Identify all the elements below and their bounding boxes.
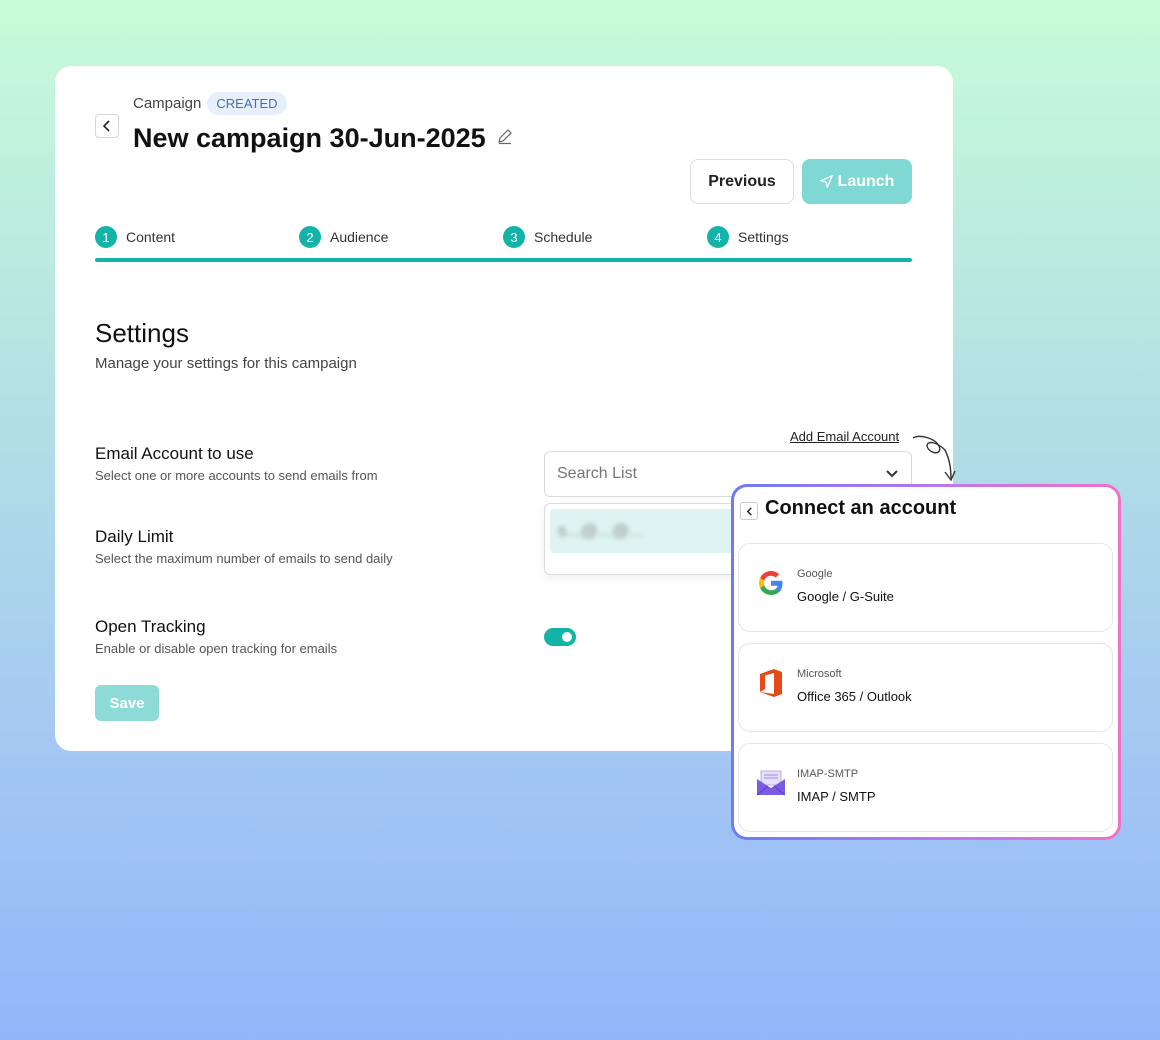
provider-name: Office 365 / Outlook: [797, 689, 912, 704]
edit-pencil-icon[interactable]: [496, 127, 514, 150]
popup-title: Connect an account: [765, 497, 957, 519]
status-badge: CREATED: [207, 92, 287, 115]
connect-account-popup: Connect an account Google Google / G-Sui…: [731, 484, 1121, 840]
popup-body: Connect an account Google Google / G-Sui…: [734, 487, 1118, 837]
provider-name: IMAP / SMTP: [797, 789, 876, 804]
open-tracking-description: Enable or disable open tracking for emai…: [95, 641, 338, 656]
office-icon: [756, 666, 786, 700]
search-input[interactable]: [557, 465, 885, 483]
chevron-down-icon: [886, 470, 898, 478]
open-tracking-label: Open Tracking: [95, 617, 206, 636]
google-icon: [756, 566, 786, 600]
daily-limit-description: Select the maximum number of emails to s…: [95, 551, 393, 566]
section-subtitle: Manage your settings for this campaign: [95, 355, 357, 372]
account-dropdown: s...@...@...: [544, 503, 754, 575]
email-account-description: Select one or more accounts to send emai…: [95, 468, 378, 483]
step-label: Content: [126, 229, 176, 245]
daily-limit-label: Daily Limit: [95, 527, 174, 546]
open-tracking-toggle[interactable]: [544, 628, 576, 646]
title-row: New campaign 30-Jun-2025: [133, 123, 514, 154]
provider-google[interactable]: Google Google / G-Suite: [738, 543, 1113, 632]
email-account-label: Email Account to use: [95, 444, 254, 463]
back-button[interactable]: [95, 114, 119, 138]
chevron-left-icon: [746, 506, 752, 516]
step-content[interactable]: 1 Content: [95, 226, 175, 248]
step-label: Settings: [738, 229, 789, 245]
step-number: 4: [707, 226, 729, 248]
step-number: 3: [503, 226, 525, 248]
step-audience[interactable]: 2 Audience: [299, 226, 388, 248]
provider-category: Google: [797, 568, 833, 580]
launch-label: Launch: [837, 172, 895, 190]
step-settings[interactable]: 4 Settings: [707, 226, 789, 248]
mail-icon: [756, 766, 786, 800]
popup-back-button[interactable]: [740, 502, 758, 520]
stepper: 1 Content 2 Audience 3 Schedule 4 Settin…: [95, 226, 912, 256]
add-email-account-link[interactable]: Add Email Account: [790, 429, 899, 444]
breadcrumb: Campaign CREATED: [133, 92, 287, 115]
toggle-knob: [562, 632, 572, 642]
provider-microsoft[interactable]: Microsoft Office 365 / Outlook: [738, 643, 1113, 732]
provider-imap[interactable]: IMAP-SMTP IMAP / SMTP: [738, 743, 1113, 832]
launch-button[interactable]: Launch: [802, 159, 912, 204]
provider-category: Microsoft: [797, 668, 842, 680]
pointer-arrow-icon: [912, 435, 956, 482]
previous-button[interactable]: Previous: [690, 159, 794, 204]
step-schedule[interactable]: 3 Schedule: [503, 226, 592, 248]
breadcrumb-label: Campaign: [133, 95, 202, 112]
step-number: 2: [299, 226, 321, 248]
dropdown-option[interactable]: s...@...@...: [550, 509, 746, 553]
progress-bar: [95, 258, 912, 262]
send-icon: [819, 175, 833, 188]
section-title: Settings: [95, 318, 189, 348]
step-number: 1: [95, 226, 117, 248]
step-label: Schedule: [534, 229, 593, 245]
provider-name: Google / G-Suite: [797, 589, 894, 604]
provider-category: IMAP-SMTP: [797, 768, 859, 780]
account-email: s...@...@...: [558, 521, 644, 540]
save-button[interactable]: Save: [95, 685, 159, 721]
chevron-left-icon: [102, 120, 110, 132]
page-title: New campaign 30-Jun-2025: [133, 123, 486, 153]
step-label: Audience: [330, 229, 389, 245]
